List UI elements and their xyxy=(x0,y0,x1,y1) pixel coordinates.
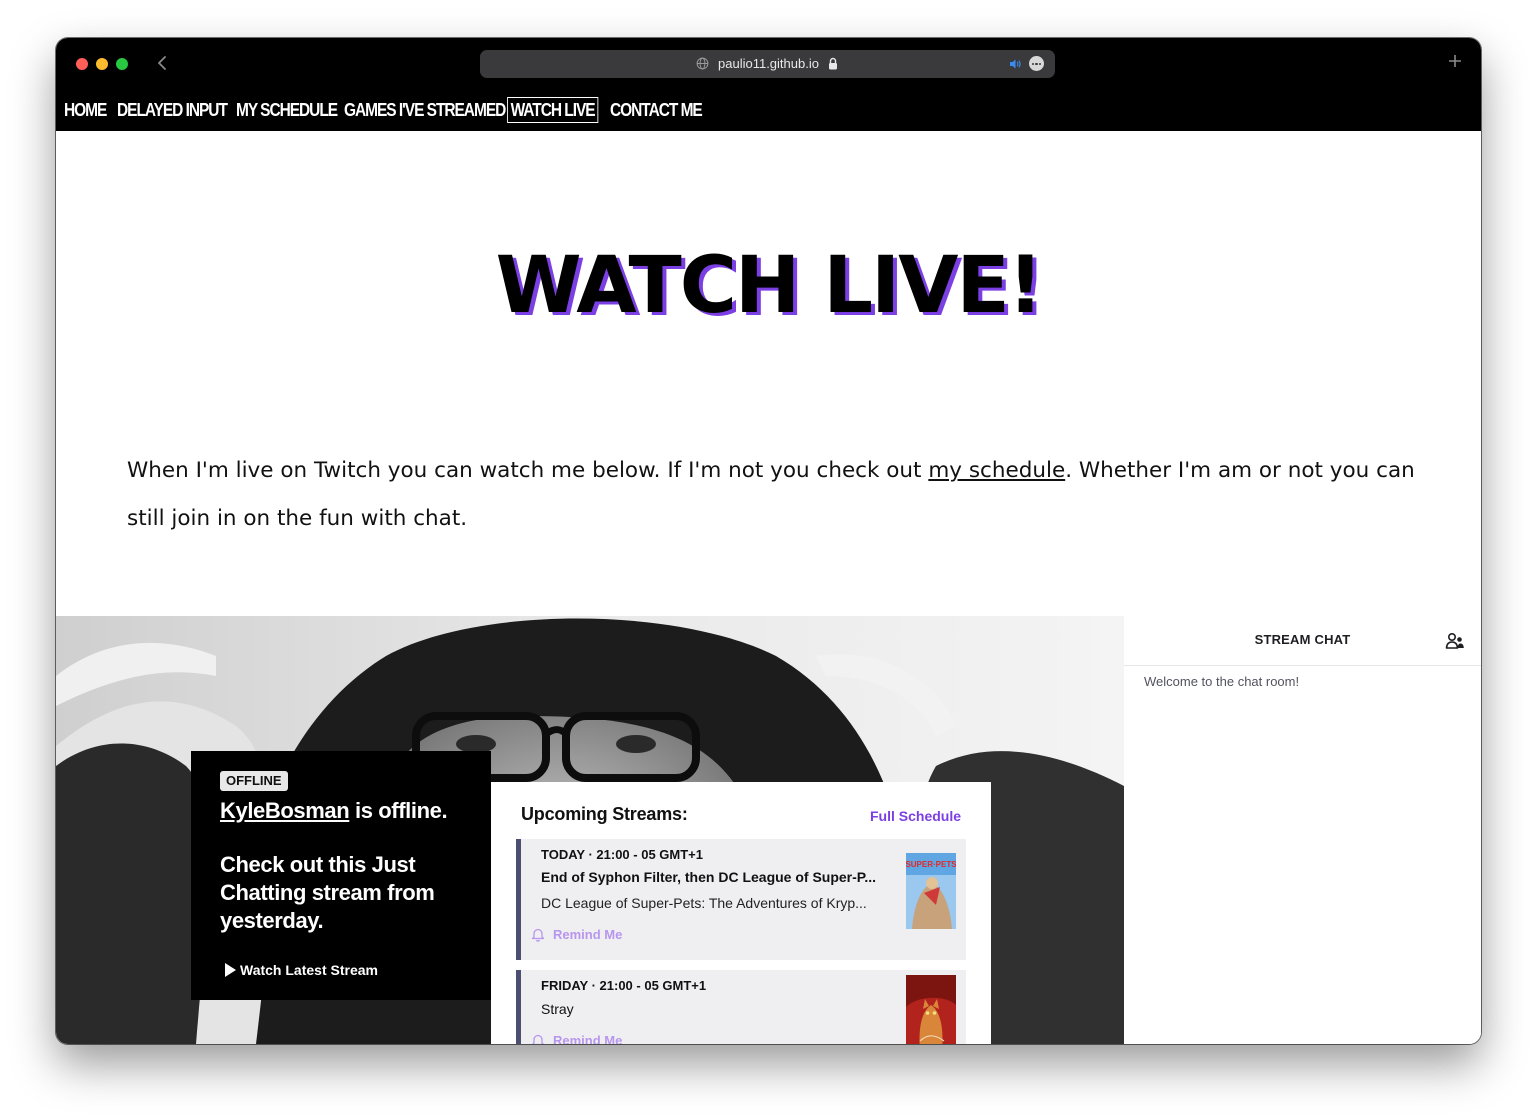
stream-chat-panel: STREAM CHAT Welcome to the chat room! xyxy=(1124,616,1481,1044)
new-tab-plus-icon[interactable] xyxy=(1444,50,1466,72)
schedule-stream-title: End of Syphon Filter, then DC League of … xyxy=(541,869,876,885)
intro-paragraph: When I'm live on Twitch you can watch me… xyxy=(127,447,1417,543)
nav-games-streamed[interactable]: GAMES I'VE STREAMED xyxy=(344,98,506,122)
schedule-date: FRIDAY · 21:00 - 05 GMT+1 xyxy=(541,978,707,993)
schedule-item[interactable]: TODAY · 21:00 - 05 GMT+1 End of Syphon F… xyxy=(516,839,966,960)
schedule-game: DC League of Super-Pets: The Adventures … xyxy=(541,895,867,911)
watch-latest-stream-button[interactable]: Watch Latest Stream xyxy=(225,962,378,978)
offline-suffix: is offline. xyxy=(349,798,448,823)
zoom-window-button[interactable] xyxy=(116,58,128,70)
stray-box-art xyxy=(906,975,956,1044)
remind-me-button[interactable]: Remind Me xyxy=(532,1033,623,1044)
chat-header: STREAM CHAT xyxy=(1124,616,1481,666)
nav-watch-live[interactable]: WATCH LIVE xyxy=(507,97,599,123)
page-title: WATCH LIVE! xyxy=(495,241,1044,331)
full-schedule-link[interactable]: Full Schedule xyxy=(870,808,961,824)
address-bar[interactable]: paulio11.github.io xyxy=(480,50,1055,78)
remind-me-label: Remind Me xyxy=(553,1033,623,1044)
chat-title: STREAM CHAT xyxy=(1254,632,1351,647)
minimize-window-button[interactable] xyxy=(96,58,108,70)
svg-text:SUPER·PETS: SUPER·PETS xyxy=(906,860,956,869)
offline-message: Check out this Just Chatting stream from… xyxy=(220,852,435,933)
offline-card: OFFLINE KyleBosman is offline. Check out… xyxy=(191,751,491,1000)
chat-welcome-message: Welcome to the chat room! xyxy=(1144,674,1300,689)
back-arrow-icon[interactable] xyxy=(152,52,174,74)
globe-icon xyxy=(696,57,709,70)
url-text: paulio11.github.io xyxy=(718,56,819,71)
remind-me-button[interactable]: Remind Me xyxy=(531,927,623,942)
twitch-player[interactable]: OFFLINE KyleBosman is offline. Check out… xyxy=(56,616,1124,1044)
offline-badge: OFFLINE xyxy=(220,771,288,791)
page-content: WATCH LIVE! When I'm live on Twitch you … xyxy=(56,131,1481,1044)
upcoming-streams-title: Upcoming Streams: xyxy=(521,804,688,824)
more-options-icon[interactable] xyxy=(1029,56,1044,71)
schedule-day: FRIDAY xyxy=(541,978,588,993)
my-schedule-link[interactable]: my schedule xyxy=(928,458,1065,483)
watch-latest-label: Watch Latest Stream xyxy=(240,962,378,978)
superpets-box-art: SUPER·PETS xyxy=(906,853,956,929)
users-icon[interactable] xyxy=(1445,631,1465,651)
intro-text-start: When I'm live on Twitch you can watch me… xyxy=(127,458,929,483)
upcoming-streams-card: Upcoming Streams: Full Schedule TODAY · … xyxy=(491,782,991,1044)
offline-status: KyleBosman is offline. xyxy=(220,798,448,824)
lock-icon xyxy=(829,57,837,70)
nav-home[interactable]: HOME xyxy=(64,98,107,122)
schedule-date: TODAY · 21:00 - 05 GMT+1 xyxy=(541,847,703,862)
nav-my-schedule[interactable]: MY SCHEDULE xyxy=(236,98,338,122)
nav-contact-me[interactable]: CONTACT ME xyxy=(610,98,703,122)
speaker-icon[interactable] xyxy=(1008,57,1022,71)
nav-delayed-input[interactable]: DELAYED INPUT xyxy=(117,98,228,122)
play-icon xyxy=(225,963,236,977)
remind-me-label: Remind Me xyxy=(553,927,623,942)
schedule-item[interactable]: FRIDAY · 21:00 - 05 GMT+1 Stray Remind M… xyxy=(516,970,966,1044)
channel-link[interactable]: KyleBosman xyxy=(220,798,350,823)
bell-icon xyxy=(532,1034,544,1044)
bell-icon xyxy=(531,928,545,942)
browser-window: paulio11.github.io HOME DELAYED INPUT MY… xyxy=(56,38,1481,1044)
browser-titlebar: paulio11.github.io xyxy=(56,38,1481,88)
schedule-time: 21:00 - 05 GMT+1 xyxy=(599,978,707,993)
site-navigation: HOME DELAYED INPUT MY SCHEDULE GAMES I'V… xyxy=(56,88,1481,131)
schedule-time: 21:00 - 05 GMT+1 xyxy=(596,847,703,862)
close-window-button[interactable] xyxy=(76,58,88,70)
schedule-day: TODAY xyxy=(541,847,585,862)
schedule-stream-title: Stray xyxy=(541,1001,574,1017)
